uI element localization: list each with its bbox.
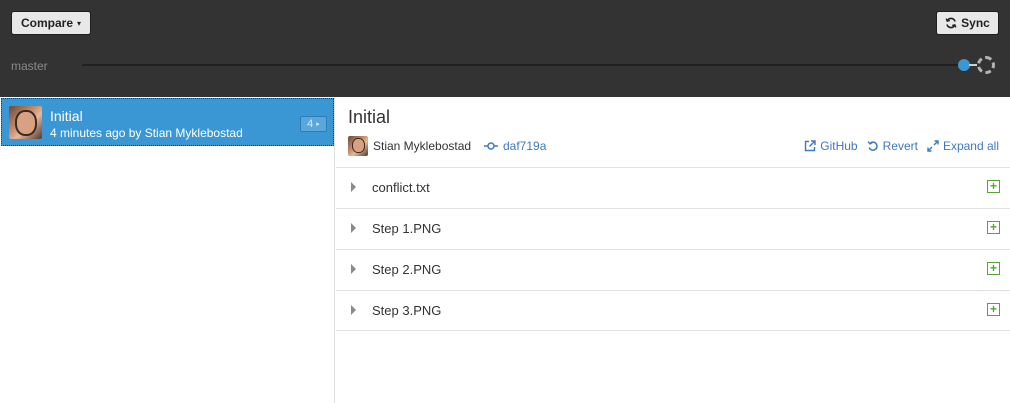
top-toolbar: Compare ▾ Sync master bbox=[0, 0, 1010, 97]
file-name: Step 1.PNG bbox=[372, 221, 442, 236]
commit-list-item[interactable]: Initial 4 minutes ago by Stian Myklebost… bbox=[1, 98, 334, 146]
commit-detail-panel: Initial Stian Myklebostad daf719a GitHub… bbox=[336, 97, 1010, 403]
history-timeline bbox=[82, 64, 958, 66]
commit-author: Stian Myklebostad bbox=[373, 139, 472, 153]
caret-right-icon[interactable] bbox=[351, 264, 356, 274]
file-row[interactable]: conflict.txt + bbox=[336, 167, 1010, 208]
sync-icon bbox=[945, 17, 957, 29]
uncommitted-changes-dot[interactable] bbox=[977, 56, 995, 74]
caret-right-icon[interactable] bbox=[351, 305, 356, 315]
arrow-right-icon: ▸ bbox=[316, 121, 320, 128]
changed-files-list: conflict.txt + Step 1.PNG + Step 2.PNG +… bbox=[336, 167, 1010, 331]
file-row[interactable]: Step 2.PNG + bbox=[336, 249, 1010, 290]
commit-icon bbox=[484, 142, 498, 150]
commit-title: Initial bbox=[50, 108, 83, 124]
caret-right-icon[interactable] bbox=[351, 182, 356, 192]
commit-meta: 4 minutes ago by Stian Myklebostad bbox=[50, 126, 243, 140]
revert-label: Revert bbox=[882, 139, 918, 153]
commit-list: Initial 4 minutes ago by Stian Myklebost… bbox=[0, 97, 335, 403]
sync-label: Sync bbox=[961, 16, 990, 30]
external-link-icon bbox=[805, 140, 816, 152]
caret-right-icon[interactable] bbox=[351, 223, 356, 233]
file-added-icon: + bbox=[987, 221, 1000, 234]
author-avatar-small bbox=[348, 136, 368, 156]
file-count: 4 bbox=[307, 118, 314, 130]
commit-detail-title: Initial bbox=[348, 107, 391, 127]
compare-button[interactable]: Compare ▾ bbox=[11, 11, 91, 35]
commit-sha: daf719a bbox=[503, 139, 547, 153]
github-label: GitHub bbox=[820, 139, 858, 153]
commit-actions: GitHub Revert Expand all bbox=[804, 139, 999, 153]
file-name: conflict.txt bbox=[372, 180, 430, 195]
file-row[interactable]: Step 3.PNG + bbox=[336, 290, 1010, 331]
file-row[interactable]: Step 1.PNG + bbox=[336, 208, 1010, 249]
file-added-icon: + bbox=[987, 262, 1000, 275]
github-link[interactable]: GitHub bbox=[804, 139, 858, 153]
file-added-icon: + bbox=[987, 303, 1000, 316]
timeline-connector bbox=[969, 64, 977, 66]
revert-button[interactable]: Revert bbox=[867, 139, 918, 153]
file-count-badge: 4 ▸ bbox=[300, 116, 327, 132]
sync-button[interactable]: Sync bbox=[936, 11, 999, 35]
revert-icon bbox=[867, 141, 878, 151]
file-added-icon: + bbox=[987, 180, 1000, 193]
file-name: Step 2.PNG bbox=[372, 262, 442, 277]
compare-label: Compare bbox=[20, 16, 73, 30]
author-avatar bbox=[9, 106, 42, 139]
expand-icon bbox=[927, 140, 939, 152]
expand-all-label: Expand all bbox=[942, 139, 999, 153]
file-name: Step 3.PNG bbox=[372, 303, 442, 318]
chevron-down-icon: ▾ bbox=[77, 18, 82, 28]
expand-all-button[interactable]: Expand all bbox=[927, 139, 999, 153]
commit-sha-link[interactable]: daf719a bbox=[484, 139, 546, 153]
branch-name: master bbox=[11, 59, 48, 73]
